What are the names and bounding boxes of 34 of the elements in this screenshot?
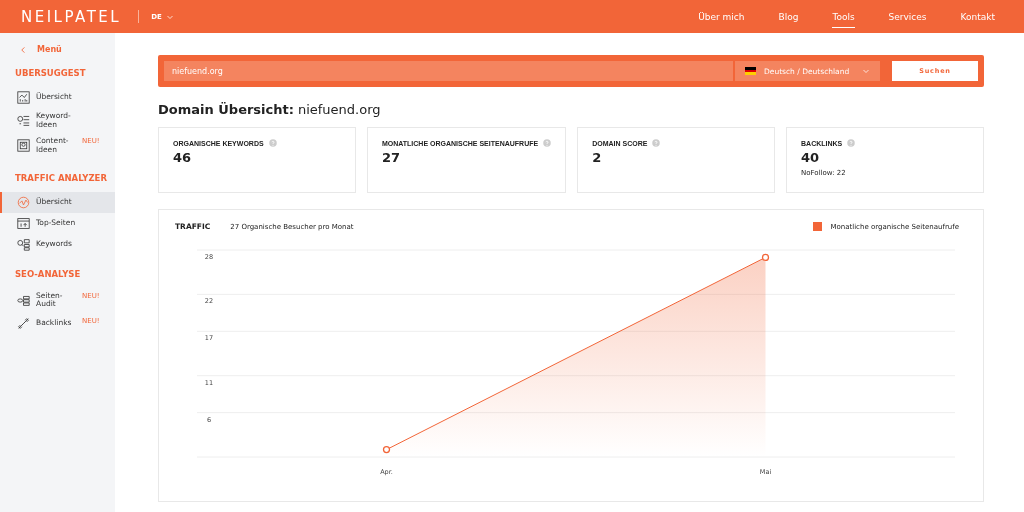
sidebar-icon xyxy=(17,293,30,307)
help-icon xyxy=(268,139,277,147)
nav-link[interactable]: Blog xyxy=(767,5,810,28)
domain-input[interactable]: niefuend.org xyxy=(164,61,733,81)
domain-name: niefuend.org xyxy=(297,102,381,117)
logo[interactable]: NEILPATEL xyxy=(21,7,122,26)
data-point xyxy=(382,445,391,454)
menu-back-button[interactable]: Menü xyxy=(0,33,62,68)
sidebar-icon xyxy=(17,216,30,230)
help-icon xyxy=(543,139,552,147)
sidebar-icon xyxy=(17,114,30,128)
help-icon xyxy=(652,139,661,147)
sidebar-icon xyxy=(17,195,30,209)
nav-link[interactable]: Services xyxy=(877,5,938,28)
chevron-left-icon xyxy=(20,45,27,54)
section-title: TRAFFIC ANALYZER xyxy=(14,172,108,183)
sidebar-icon xyxy=(17,237,30,251)
german-flag-icon xyxy=(745,67,756,75)
section-title: SEO-ANALYSE xyxy=(14,268,82,279)
sidebar-icon xyxy=(17,139,30,153)
nav-link[interactable]: Tools xyxy=(832,5,855,28)
stat-value: 40 xyxy=(801,150,821,165)
stat-value: 2 xyxy=(592,150,603,165)
sidebar-icon xyxy=(17,91,30,104)
sidebar-icon xyxy=(17,316,30,330)
help-icon xyxy=(847,139,856,147)
stat-value: 46 xyxy=(173,150,193,165)
section-title: UBERSUGGEST xyxy=(14,68,87,78)
stat-value: 27 xyxy=(381,150,401,165)
page-heading: Domain Übersicht: xyxy=(158,102,294,117)
chevron-down-icon xyxy=(862,67,870,75)
nav-link[interactable]: Über mich xyxy=(687,5,756,28)
data-point xyxy=(761,253,770,262)
nav-link[interactable]: Kontakt xyxy=(949,5,1006,28)
